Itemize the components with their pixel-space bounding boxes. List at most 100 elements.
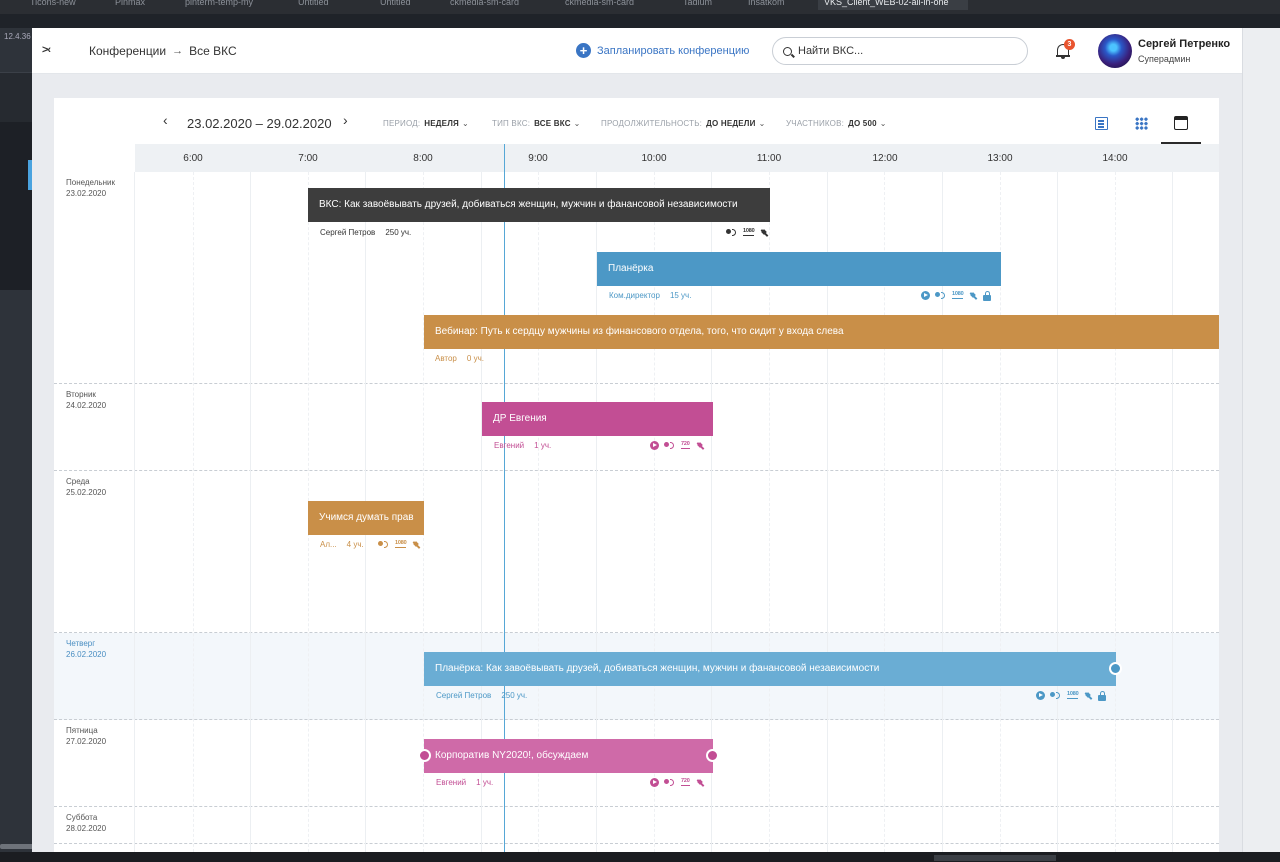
day-label-column (54, 172, 135, 862)
hour-label: 10:00 (641, 153, 667, 164)
calendar-view-icon (1174, 116, 1188, 130)
event-meta: Ал... 4 уч. (320, 540, 364, 549)
browser-tab[interactable]: Untitled (298, 0, 348, 8)
event-bar[interactable]: ВКС: Как завоёвывать друзей, добиваться … (308, 188, 770, 222)
resize-handle[interactable] (706, 749, 719, 762)
browser-tab[interactable]: Ticons-new (30, 0, 90, 8)
search-icon (783, 46, 792, 56)
resolution-1080-icon: 1080 (743, 228, 755, 236)
event-bar[interactable]: Планёрка (597, 252, 1001, 286)
audio-icon (378, 540, 390, 549)
avatar[interactable] (1098, 34, 1132, 68)
user-role: Суперадмин (1138, 54, 1191, 64)
satellite-icon (1083, 691, 1093, 700)
list-view-icon (1095, 117, 1108, 130)
audio-icon (664, 441, 676, 450)
search-input[interactable] (798, 45, 998, 57)
prev-week-button[interactable]: ‹ (163, 112, 168, 128)
play-icon (1036, 690, 1045, 700)
collapse-sidebar-button[interactable]: >‹ (42, 44, 51, 56)
event-meta: Евгений 1 уч. (436, 778, 494, 787)
browser-tab[interactable]: pinterm-temp-my (185, 0, 270, 8)
calendar-view-button[interactable] (1161, 110, 1201, 144)
hour-label: 13:00 (987, 153, 1013, 164)
hour-label: 7:00 (298, 153, 318, 164)
notification-badge: 3 (1064, 39, 1075, 50)
resolution-1080-icon: 1080 (395, 540, 407, 548)
chevron-down-icon: ⌄ (879, 119, 887, 128)
app-window: >‹ Конференции → Все ВКС + Запланировать… (32, 28, 1242, 862)
play-icon (650, 777, 659, 787)
grid-view-button[interactable] (1121, 110, 1161, 144)
breadcrumb-conferences[interactable]: Конференции (89, 44, 166, 58)
hour-label: 11:00 (756, 153, 782, 164)
audio-icon (1050, 691, 1062, 700)
resolution-720-icon: 720 (681, 778, 690, 786)
event-icons: 1080 (378, 539, 421, 549)
chevron-down-icon: ⌄ (573, 119, 581, 128)
resolution-720-icon: 720 (681, 441, 690, 449)
calendar-panel: ‹ 23.02.2020 – 29.02.2020 › ПЕРИОД: НЕДЕЛ… (54, 98, 1219, 862)
event-bar[interactable]: ДР Евгения (482, 402, 713, 436)
filter-period[interactable]: ПЕРИОД: НЕДЕЛЯ ⌄ (383, 119, 469, 128)
resolution-1080-icon: 1080 (1067, 691, 1079, 699)
list-view-button[interactable] (1081, 110, 1121, 144)
browser-tab[interactable]: Tadium (683, 0, 723, 8)
hour-label: 8:00 (413, 153, 433, 164)
left-sidebar: 12.4.36 (0, 28, 48, 862)
browser-tab[interactable]: ckmedia-sm-card (450, 0, 530, 8)
chevron-down-icon: ⌄ (461, 119, 469, 128)
event-meta: Сергей Петров 250 уч. (436, 691, 528, 700)
search-box[interactable] (772, 37, 1028, 65)
satellite-icon (695, 441, 705, 450)
week-timeline: Понедельник 23.02.2020 Вторник 24.02.2020 … (54, 144, 1219, 862)
event-meta: Автор 0 уч. (435, 354, 484, 363)
filter-type[interactable]: ТИП ВКС: ВСЕ ВКС ⌄ (492, 119, 581, 128)
hour-label: 12:00 (872, 153, 898, 164)
play-icon (921, 290, 930, 300)
hours-header: 6:00 7:00 8:00 9:00 10:00 11:00 12:00 13… (135, 144, 1219, 172)
event-meta: Евгений 1 уч. (494, 441, 552, 450)
schedule-conference-button[interactable]: + Запланировать конференцию (576, 43, 749, 58)
audio-icon (935, 291, 947, 300)
audio-icon (726, 228, 738, 237)
event-icons: 720 (650, 777, 705, 787)
event-icons: 1080 (1036, 690, 1107, 701)
resize-handle[interactable] (1109, 662, 1122, 675)
next-week-button[interactable]: › (343, 112, 348, 128)
browser-tab[interactable]: Insatkom (748, 0, 798, 8)
satellite-icon (968, 291, 978, 300)
resolution-1080-icon: 1080 (952, 291, 964, 299)
sidebar-section (0, 122, 32, 290)
event-icons: 1080 (726, 227, 769, 237)
event-meta: Ком.директор 15 уч. (609, 291, 692, 300)
satellite-icon (695, 778, 705, 787)
user-name[interactable]: Сергей Петренко (1138, 38, 1230, 50)
resize-handle[interactable] (418, 749, 431, 762)
browser-tab[interactable]: Pinmax (115, 0, 165, 8)
lock-icon (983, 290, 992, 301)
hour-label: 6:00 (183, 153, 203, 164)
filter-duration[interactable]: ПРОДОЛЖИТЕЛЬНОСТЬ: ДО НЕДЕЛИ ⌄ (601, 119, 765, 128)
event-bar[interactable]: Планёрка: Как завоёвывать друзей, добива… (424, 652, 1116, 686)
browser-tab-bar: Ticons-new Pinmax pinterm-temp-my Untitl… (0, 0, 1280, 14)
calendar-toolbar: ‹ 23.02.2020 – 29.02.2020 › ПЕРИОД: НЕДЕЛ… (135, 98, 1219, 144)
plus-icon: + (576, 43, 591, 58)
day-row-saturday: Суббота 28.02.2020 (54, 807, 1219, 844)
right-gutter (1242, 28, 1280, 862)
hour-label: 14:00 (1102, 153, 1128, 164)
event-bar[interactable]: Вебинар: Путь к сердцу мужчины из финанс… (424, 315, 1219, 349)
day-row-wednesday: Среда 25.02.2020 (54, 471, 1219, 633)
satellite-icon (759, 228, 769, 237)
chevron-down-icon: ⌄ (758, 119, 766, 128)
scroll-thumb[interactable] (934, 855, 1056, 861)
top-bar: >‹ Конференции → Все ВКС + Запланировать… (32, 28, 1242, 74)
hour-label: 9:00 (528, 153, 548, 164)
event-bar[interactable]: Учимся думать прав (308, 501, 424, 535)
event-meta: Сергей Петров 250 уч. (320, 228, 412, 237)
browser-tab-active[interactable]: VKS_Client_WEB-02-all-in-one (818, 0, 968, 10)
filter-participants[interactable]: УЧАСТНИКОВ: ДО 500 ⌄ (786, 119, 887, 128)
browser-tab[interactable]: ckmedia-sm-card (565, 0, 655, 8)
event-bar[interactable]: Корпоратив NY2020!, обсуждаем (424, 739, 713, 773)
browser-tab[interactable]: Untitled (380, 0, 430, 8)
